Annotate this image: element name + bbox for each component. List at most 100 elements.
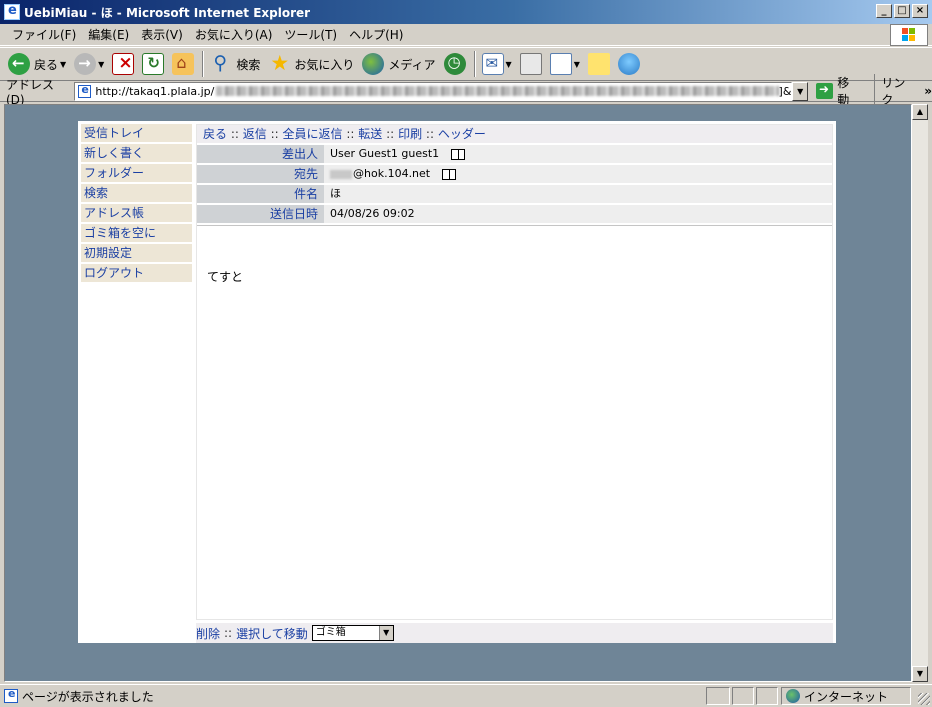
webmail-panel: 受信トレイ 新しく書く フォルダー 検索 アドレス帳 ゴミ箱を空に 初期設定 ロ… bbox=[78, 121, 836, 643]
title-bar: UebiMiau - ほ - Microsoft Internet Explor… bbox=[0, 0, 932, 24]
menu-edit[interactable]: 編集(E) bbox=[82, 26, 135, 43]
history-icon bbox=[443, 53, 466, 75]
discuss-button[interactable] bbox=[587, 53, 610, 75]
action-separator: :: bbox=[346, 127, 355, 141]
go-label: 移動 bbox=[837, 76, 850, 107]
search-icon bbox=[210, 52, 232, 75]
windows-logo-throbber bbox=[890, 24, 928, 46]
messenger-button[interactable] bbox=[617, 53, 640, 75]
favorites-button[interactable]: お気に入り bbox=[268, 51, 355, 75]
to-address: @hok.104.net bbox=[353, 167, 431, 180]
media-button[interactable]: メディア bbox=[362, 53, 436, 75]
toolbar-separator bbox=[202, 51, 205, 77]
chevron-down-icon[interactable]: ▼ bbox=[98, 60, 104, 69]
action-reply-all[interactable]: 全員に返信 bbox=[283, 127, 343, 141]
address-input[interactable]: http://takaq1.plala.jp/ ]& bbox=[74, 81, 793, 101]
favorites-label: お気に入り bbox=[294, 57, 355, 72]
back-arrow-icon bbox=[8, 53, 30, 75]
address-label: アドレス(D) bbox=[6, 77, 55, 107]
move-link[interactable]: 選択して移動 bbox=[236, 625, 308, 642]
menu-view[interactable]: 表示(V) bbox=[135, 26, 189, 43]
move-folder-select[interactable]: ゴミ箱 ▼ bbox=[311, 625, 394, 641]
ie-app-icon[interactable] bbox=[4, 3, 20, 20]
window-title: UebiMiau - ほ - Microsoft Internet Explor… bbox=[24, 5, 311, 20]
chevron-down-icon[interactable]: ▼ bbox=[378, 626, 393, 640]
security-zone: インターネット bbox=[781, 687, 911, 705]
minimize-button[interactable]: _ bbox=[876, 4, 892, 18]
menu-tools[interactable]: ツール(T) bbox=[278, 26, 343, 43]
status-pane bbox=[756, 687, 778, 705]
chevron-down-icon[interactable]: ▼ bbox=[506, 60, 512, 69]
action-separator: :: bbox=[425, 127, 434, 141]
menu-bar: ファイル(F) 編集(E) 表示(V) お気に入り(A) ツール(T) ヘルプ(… bbox=[0, 24, 932, 46]
header-label-subject: 件名 bbox=[197, 185, 324, 203]
menu-help[interactable]: ヘルプ(H) bbox=[343, 26, 409, 43]
forward-arrow-icon bbox=[74, 53, 97, 75]
refresh-button[interactable] bbox=[142, 53, 165, 75]
action-back[interactable]: 戻る bbox=[203, 127, 227, 141]
history-button[interactable] bbox=[443, 53, 466, 75]
action-reply[interactable]: 返信 bbox=[243, 127, 267, 141]
menu-file[interactable]: ファイル(F) bbox=[6, 26, 82, 43]
nav-logout[interactable]: ログアウト bbox=[81, 264, 192, 282]
nav-empty-trash[interactable]: ゴミ箱を空に bbox=[81, 224, 192, 242]
chevron-down-icon[interactable]: ▼ bbox=[574, 60, 580, 69]
print-button[interactable] bbox=[519, 53, 542, 75]
home-button[interactable] bbox=[172, 53, 195, 75]
forward-button[interactable]: ▼ bbox=[74, 53, 104, 75]
more-chevron-icon[interactable]: » bbox=[924, 84, 932, 98]
nav-compose[interactable]: 新しく書く bbox=[81, 144, 192, 162]
edit-page-icon bbox=[549, 53, 572, 75]
delete-link[interactable]: 削除 bbox=[196, 625, 220, 642]
scroll-up-button[interactable]: ▲ bbox=[912, 104, 928, 120]
url-text: http://takaq1.plala.jp/ bbox=[95, 84, 215, 98]
nav-address-book[interactable]: アドレス帳 bbox=[81, 204, 192, 222]
back-button[interactable]: 戻る ▼ bbox=[8, 53, 66, 75]
search-button[interactable]: 検索 bbox=[210, 52, 260, 75]
page-icon bbox=[78, 83, 92, 98]
scroll-down-button[interactable]: ▼ bbox=[912, 666, 928, 682]
go-arrow-icon bbox=[815, 82, 834, 99]
resize-grip[interactable] bbox=[918, 693, 930, 705]
address-book-icon[interactable] bbox=[442, 168, 457, 180]
stop-icon bbox=[112, 53, 135, 75]
mail-button[interactable]: ▼ bbox=[481, 53, 512, 75]
edit-button[interactable]: ▼ bbox=[549, 53, 580, 75]
back-label: 戻る bbox=[34, 57, 59, 72]
chevron-down-icon[interactable]: ▼ bbox=[60, 60, 66, 69]
links-button[interactable]: リンク bbox=[874, 74, 916, 108]
message-footer: 削除 :: 選択して移動 ゴミ箱 ▼ bbox=[196, 623, 833, 643]
message-body: てすと bbox=[207, 270, 244, 284]
header-value-date: 04/08/26 09:02 bbox=[324, 205, 832, 223]
nav-search[interactable]: 検索 bbox=[81, 184, 192, 202]
nav-folders[interactable]: フォルダー bbox=[81, 164, 192, 182]
vertical-scrollbar[interactable]: ▲ ▼ bbox=[912, 104, 928, 682]
header-value-from: User Guest1 guest1 bbox=[324, 145, 832, 163]
status-panes bbox=[706, 687, 780, 705]
action-separator: :: bbox=[386, 127, 395, 141]
address-dropdown-button[interactable]: ▼ bbox=[792, 81, 808, 101]
address-book-icon[interactable] bbox=[451, 148, 466, 160]
header-label-from: 差出人 bbox=[197, 145, 324, 163]
header-label-to: 宛先 bbox=[197, 165, 324, 183]
action-forward[interactable]: 転送 bbox=[358, 127, 382, 141]
media-label: メディア bbox=[388, 57, 436, 72]
stop-button[interactable] bbox=[112, 53, 135, 75]
action-print[interactable]: 印刷 bbox=[398, 127, 422, 141]
go-button[interactable]: 移動 bbox=[815, 74, 860, 108]
nav-preferences[interactable]: 初期設定 bbox=[81, 244, 192, 262]
url-redacted bbox=[216, 86, 779, 96]
nav-inbox[interactable]: 受信トレイ bbox=[81, 124, 192, 142]
menu-favorites[interactable]: お気に入り(A) bbox=[189, 26, 279, 43]
status-text: ページが表示されました bbox=[22, 689, 154, 704]
action-headers[interactable]: ヘッダー bbox=[438, 127, 486, 141]
status-pane bbox=[706, 687, 730, 705]
action-separator: :: bbox=[270, 127, 279, 141]
status-pane bbox=[732, 687, 754, 705]
windows-flag-icon bbox=[902, 28, 916, 42]
maximize-button[interactable]: □ bbox=[894, 4, 910, 18]
header-value-subject: ほ bbox=[324, 185, 832, 203]
action-separator: :: bbox=[230, 127, 239, 141]
mail-icon bbox=[481, 53, 504, 75]
close-button[interactable]: × bbox=[912, 4, 928, 18]
